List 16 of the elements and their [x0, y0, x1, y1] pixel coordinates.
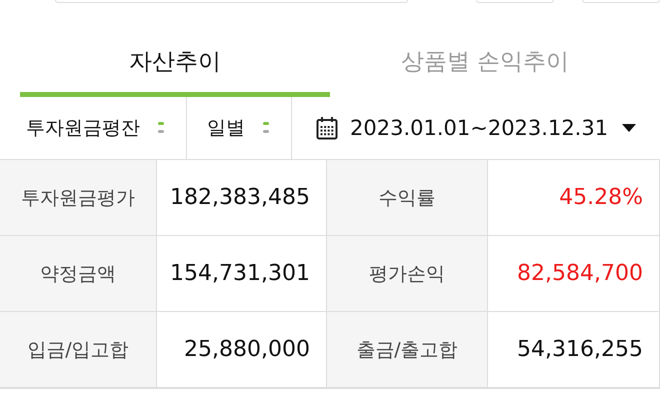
top-button[interactable] [476, 0, 554, 3]
calendar-icon [316, 116, 338, 140]
summary-label: 수익률 [327, 160, 488, 236]
sort-icon [158, 121, 164, 135]
summary-value: 54,316,255 [488, 312, 660, 388]
sort-icon [263, 121, 269, 135]
summary-label: 출금/출고합 [327, 312, 488, 388]
summary-label: 입금/입고합 [0, 312, 157, 388]
top-button[interactable] [582, 0, 660, 3]
summary-value: 82,584,700 [488, 236, 660, 312]
caret-icon [622, 124, 636, 132]
summary-label: 평가손익 [327, 236, 488, 312]
summary-label: 약정금액 [0, 236, 157, 312]
summary-label: 투자원금평가 [0, 160, 157, 236]
search-field[interactable] [55, 0, 408, 3]
summary-value: 45.28% [488, 160, 660, 236]
